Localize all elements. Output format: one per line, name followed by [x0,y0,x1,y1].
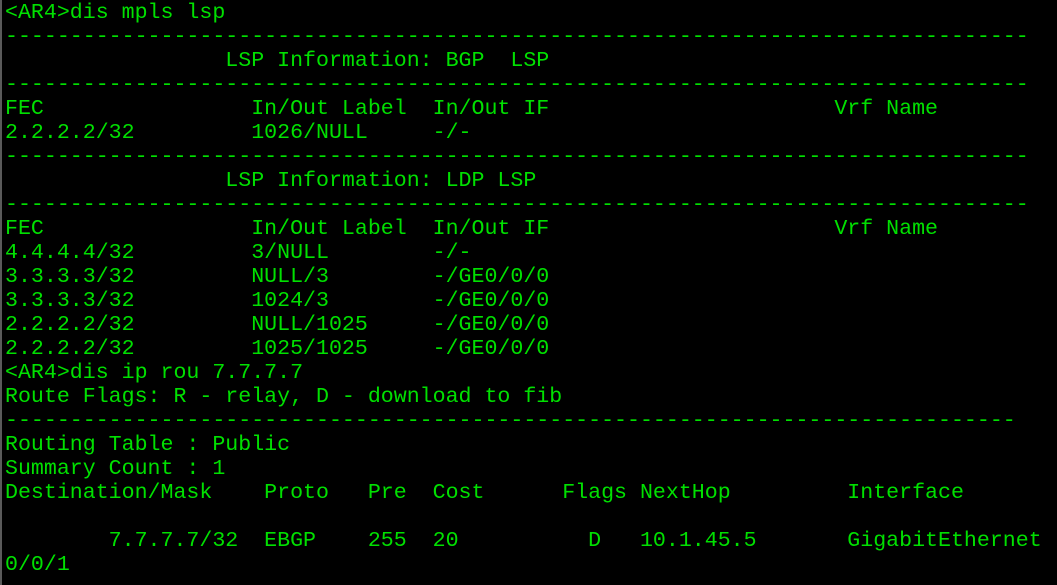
ldp-lsp-table-row: 3.3.3.3/32 1024/3 -/GE0/0/0 [5,289,550,313]
separator-line: ----------------------------------------… [5,145,1029,169]
summary-count: Summary Count : 1 [5,457,226,481]
separator-line: ----------------------------------------… [5,73,1029,97]
bgp-lsp-section-title: LSP Information: BGP LSP [5,49,550,73]
ldp-lsp-table-header: FEC In/Out Label In/Out IF Vrf Name [5,217,939,241]
separator-line: ----------------------------------------… [5,193,1029,217]
command-line-ip-route: <AR4>dis ip rou 7.7.7.7 [5,361,304,385]
ldp-lsp-table-row: 2.2.2.2/32 1025/1025 -/GE0/0/0 [5,337,550,361]
ldp-lsp-section-title: LSP Information: LDP LSP [5,169,537,193]
ldp-lsp-table-row: 2.2.2.2/32 NULL/1025 -/GE0/0/0 [5,313,550,337]
routing-table-row: 7.7.7.7/32 EBGP 255 20 D 10.1.45.5 Gigab… [5,529,1042,553]
ldp-lsp-table-row: 4.4.4.4/32 3/NULL -/- [5,241,472,265]
routing-table-name: Routing Table : Public [5,433,291,457]
routing-table-row-wrap: 0/0/1 [5,553,70,577]
separator-line: ----------------------------------------… [5,409,1016,433]
routing-table-header: Destination/Mask Proto Pre Cost Flags Ne… [5,481,964,505]
command-line-mpls-lsp: <AR4>dis mpls lsp [5,1,226,25]
bgp-lsp-table-header: FEC In/Out Label In/Out IF Vrf Name [5,97,939,121]
bgp-lsp-table-row: 2.2.2.2/32 1026/NULL -/- [5,121,472,145]
route-flags-legend: Route Flags: R - relay, D - download to … [5,385,563,409]
separator-line: ----------------------------------------… [5,25,1029,49]
ldp-lsp-table-row: 3.3.3.3/32 NULL/3 -/GE0/0/0 [5,265,550,289]
terminal-window[interactable]: <AR4>dis mpls lsp ----------------------… [0,0,1057,585]
